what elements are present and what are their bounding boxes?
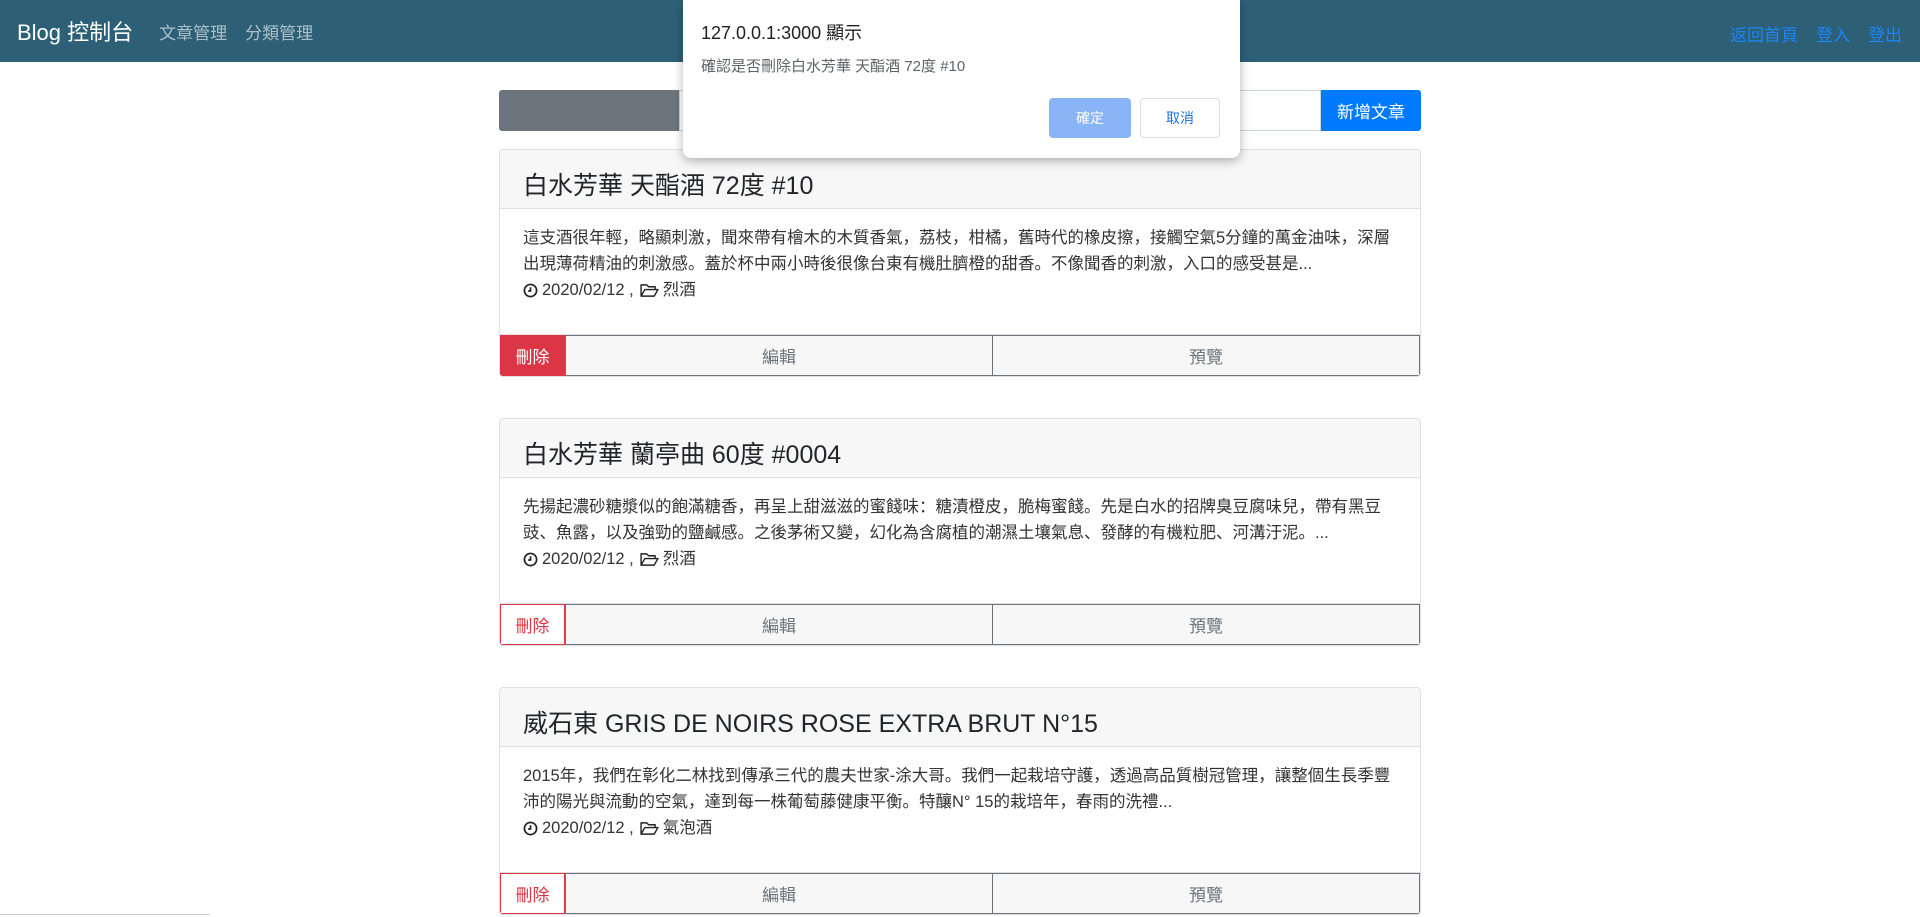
preview-button[interactable]: 預覽 [993,604,1420,645]
post-card: 白水芳華 蘭亭曲 60度 #0004 先揚起濃砂糖漿似的飽滿糖香，再呈上甜滋滋的… [499,418,1421,646]
nav-link-articles[interactable]: 文章管理 [159,19,227,44]
new-article-button[interactable]: 新增文章 [1321,90,1421,131]
nav-right: 返回首頁 登入 登出 [1712,21,1902,46]
post-title: 白水芳華 蘭亭曲 60度 #0004 [500,419,1420,478]
post-title: 威石東 GRIS DE NOIRS ROSE EXTRA BRUT N°15 [500,688,1420,747]
confirm-dialog: 127.0.0.1:3000 顯示 確認是否刪除白水芳華 天酯酒 72度 #10… [683,0,1240,158]
delete-button[interactable]: 刪除 [500,873,565,914]
post-body: 這支酒很年輕，略顯刺激，聞來帶有檜木的木質香氣，荔枝，柑橘，舊時代的橡皮擦，接觸… [500,209,1420,334]
preview-button[interactable]: 預覽 [993,335,1420,376]
post-date: 2020/02/12 , [542,550,634,568]
category-filter[interactable] [499,90,679,131]
folder-open-icon [640,552,659,567]
dialog-title: 127.0.0.1:3000 顯示 [701,23,863,43]
folder-open-icon [640,821,659,836]
edit-button[interactable]: 編輯 [565,335,993,376]
nav-link-login[interactable]: 登入 [1816,21,1850,46]
post-actions: 刪除 編輯 預覽 [500,334,1420,376]
post-category[interactable]: 氣泡酒 [663,815,713,841]
post-category[interactable]: 烈酒 [663,546,696,572]
post-excerpt: 這支酒很年輕，略顯刺激，聞來帶有檜木的木質香氣，荔枝，柑橘，舊時代的橡皮擦，接觸… [523,229,1391,273]
delete-button[interactable]: 刪除 [500,335,565,376]
nav-link-logout[interactable]: 登出 [1868,21,1902,46]
edit-button[interactable]: 編輯 [565,873,993,914]
nav-left: 文章管理 分類管理 [159,19,331,44]
post-meta: 2020/02/12 , 烈酒 [523,277,1397,303]
dialog-message: 確認是否刪除白水芳華 天酯酒 72度 #10 [701,58,966,75]
nav-link-home[interactable]: 返回首頁 [1730,21,1798,46]
post-card: 威石東 GRIS DE NOIRS ROSE EXTRA BRUT N°15 2… [499,687,1421,915]
post-actions: 刪除 編輯 預覽 [500,872,1420,914]
confirm-button[interactable]: 確定 [1049,98,1131,138]
clock-icon [523,821,538,836]
post-date: 2020/02/12 , [542,281,634,299]
delete-button[interactable]: 刪除 [500,604,565,645]
cancel-button[interactable]: 取消 [1140,98,1220,138]
preview-button[interactable]: 預覽 [993,873,1420,914]
post-category[interactable]: 烈酒 [663,277,696,303]
post-body: 2015年，我們在彰化二林找到傳承三代的農夫世家-涂大哥。我們一起栽培守護，透過… [500,747,1420,872]
brand-logo[interactable]: Blog 控制台 [17,15,133,47]
clock-icon [523,283,538,298]
nav-link-categories[interactable]: 分類管理 [245,19,313,44]
post-card: 白水芳華 天酯酒 72度 #10 這支酒很年輕，略顯刺激，聞來帶有檜木的木質香氣… [499,149,1421,377]
post-body: 先揚起濃砂糖漿似的飽滿糖香，再呈上甜滋滋的蜜餞味：糖漬橙皮，脆梅蜜餞。先是白水的… [500,478,1420,603]
post-date: 2020/02/12 , [542,819,634,837]
post-title: 白水芳華 天酯酒 72度 #10 [500,150,1420,209]
post-excerpt: 先揚起濃砂糖漿似的飽滿糖香，再呈上甜滋滋的蜜餞味：糖漬橙皮，脆梅蜜餞。先是白水的… [523,498,1381,542]
post-meta: 2020/02/12 , 氣泡酒 [523,815,1397,841]
post-actions: 刪除 編輯 預覽 [500,603,1420,645]
folder-open-icon [640,283,659,298]
post-excerpt: 2015年，我們在彰化二林找到傳承三代的農夫世家-涂大哥。我們一起栽培守護，透過… [523,767,1391,811]
edit-button[interactable]: 編輯 [565,604,993,645]
post-meta: 2020/02/12 , 烈酒 [523,546,1397,572]
clock-icon [523,552,538,567]
